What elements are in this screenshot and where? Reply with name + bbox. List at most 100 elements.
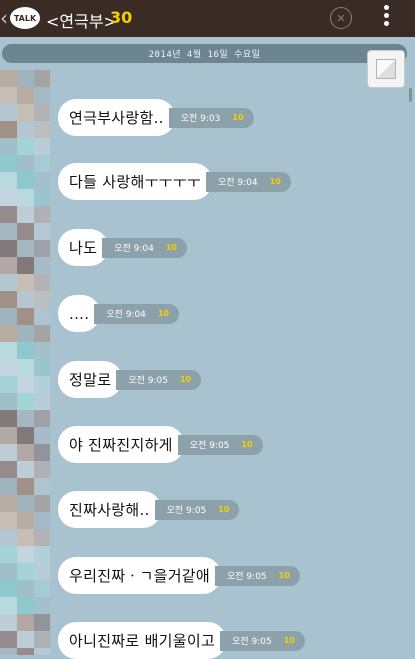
avatar-mosaic-tile — [17, 121, 34, 138]
message-row: .... 오전 9:04 10 — [58, 295, 180, 332]
avatar-mosaic-tile — [34, 155, 50, 172]
avatar-mosaic-tile — [34, 376, 50, 393]
avatar-mosaic-tile — [17, 529, 34, 546]
avatar-mosaic-tile — [34, 172, 50, 189]
avatar-mosaic-tile — [17, 138, 34, 155]
message-bubble[interactable]: 아니진짜로 배기울이고 — [58, 622, 227, 659]
avatar-mosaic-tile — [17, 461, 34, 478]
blurred-avatar-column — [0, 70, 50, 655]
avatar-mosaic-tile — [0, 257, 17, 274]
avatar-mosaic-tile — [34, 393, 50, 410]
avatar-mosaic-tile — [0, 223, 17, 240]
mute-notification-icon[interactable]: ✕ — [330, 7, 352, 29]
avatar-mosaic-tile — [17, 70, 34, 87]
avatar-mosaic-tile — [17, 478, 34, 495]
message-meta: 오전 9:05 10 — [116, 369, 202, 390]
message-bubble[interactable]: 정말로 — [58, 361, 123, 398]
avatar-mosaic-tile — [0, 172, 17, 189]
message-bubble[interactable]: 진짜사랑해.. — [58, 491, 161, 528]
unread-count: 10 — [218, 505, 230, 514]
unread-count: 10 — [278, 571, 290, 580]
avatar-mosaic-tile — [34, 512, 50, 529]
message-row: 정말로 오전 9:05 10 — [58, 361, 202, 398]
avatar-mosaic-tile — [17, 257, 34, 274]
avatar-mosaic-tile — [34, 529, 50, 546]
message-meta: 오전 9:04 10 — [94, 303, 180, 324]
avatar-mosaic-tile — [0, 121, 17, 138]
avatar-mosaic-tile — [34, 580, 50, 597]
avatar-mosaic-tile — [0, 614, 17, 631]
avatar-mosaic-tile — [0, 155, 17, 172]
message-meta: 오전 9:05 10 — [215, 565, 300, 586]
avatar-mosaic-tile — [0, 104, 17, 121]
avatar-mosaic-tile — [34, 410, 50, 427]
back-chevron-icon[interactable]: ‹ — [0, 6, 8, 30]
avatar-mosaic-tile — [0, 427, 17, 444]
avatar-mosaic-tile — [0, 410, 17, 427]
avatar-mosaic-tile — [17, 427, 34, 444]
avatar-mosaic-tile — [34, 274, 50, 291]
avatar-mosaic-tile — [34, 70, 50, 87]
avatar-mosaic-tile — [0, 87, 17, 104]
avatar-mosaic-tile — [34, 359, 50, 376]
avatar-mosaic-tile — [0, 274, 17, 291]
message-row: 우리진짜ㆍㄱ을거같애 오전 9:05 10 — [58, 557, 300, 594]
avatar-mosaic-tile — [34, 104, 50, 121]
avatar-mosaic-tile — [17, 104, 34, 121]
message-bubble[interactable]: 야 진짜진지하게 — [58, 426, 184, 463]
avatar-mosaic-tile — [17, 512, 34, 529]
message-meta: 오전 9:05 10 — [154, 499, 240, 520]
scrollbar[interactable] — [409, 88, 412, 102]
avatar-mosaic-tile — [0, 495, 17, 512]
avatar-mosaic-tile — [34, 614, 50, 631]
avatar-mosaic-tile — [17, 393, 34, 410]
message-time: 오전 9:05 — [189, 441, 230, 451]
message-time: 오전 9:04 — [114, 244, 154, 254]
avatar-mosaic-tile — [0, 189, 17, 206]
logo-text: TALK — [13, 13, 37, 23]
avatar-mosaic-tile — [0, 291, 17, 308]
more-menu-icon[interactable] — [380, 2, 392, 32]
avatar-mosaic-tile — [34, 631, 50, 648]
avatar-mosaic-tile — [0, 461, 17, 478]
image-thumbnail-icon[interactable] — [367, 50, 405, 88]
avatar-mosaic-tile — [0, 563, 17, 580]
message-bubble[interactable]: 나도 — [58, 229, 109, 266]
avatar-mosaic-tile — [17, 274, 34, 291]
avatar-mosaic-tile — [0, 325, 17, 342]
message-meta: 오전 9:05 10 — [220, 630, 305, 651]
avatar-mosaic-tile — [17, 410, 34, 427]
message-bubble[interactable]: 다들 사랑해ㅜㅜㅜㅜ — [58, 163, 212, 200]
avatar-mosaic-tile — [0, 546, 17, 563]
avatar-mosaic-tile — [34, 189, 50, 206]
avatar-mosaic-tile — [0, 70, 17, 87]
message-time: 오전 9:03 — [180, 114, 221, 124]
message-row: 나도 오전 9:04 10 — [58, 229, 187, 266]
message-bubble[interactable]: 연극부사랑함.. — [58, 99, 175, 136]
avatar-mosaic-tile — [34, 138, 50, 155]
avatar-mosaic-tile — [17, 189, 34, 206]
message-row: 야 진짜진지하게 오전 9:05 10 — [58, 426, 263, 463]
chat-header: ‹ TALK <연극부> 30 ✕ — [0, 0, 415, 37]
avatar-mosaic-tile — [17, 206, 34, 223]
avatar-mosaic-tile — [17, 223, 34, 240]
avatar-mosaic-tile — [34, 121, 50, 138]
message-meta: 오전 9:03 10 — [168, 107, 254, 128]
avatar-mosaic-tile — [34, 427, 50, 444]
avatar-mosaic-tile — [17, 155, 34, 172]
kakaotalk-logo[interactable]: TALK — [10, 7, 40, 29]
message-row: 아니진짜로 배기울이고 오전 9:05 10 — [58, 622, 305, 659]
avatar-mosaic-tile — [0, 308, 17, 325]
avatar-mosaic-tile — [17, 580, 34, 597]
avatar-mosaic-tile — [0, 529, 17, 546]
message-bubble[interactable]: 우리진짜ㆍㄱ을거같애 — [58, 557, 222, 594]
avatar-mosaic-tile — [34, 444, 50, 461]
avatar-mosaic-tile — [0, 206, 17, 223]
unread-count: 10 — [232, 113, 244, 122]
avatar-mosaic-tile — [17, 495, 34, 512]
avatar-mosaic-tile — [34, 648, 50, 655]
avatar-mosaic-tile — [0, 478, 17, 495]
unread-count: 10 — [269, 177, 281, 186]
avatar-mosaic-tile — [17, 325, 34, 342]
avatar-mosaic-tile — [17, 291, 34, 308]
